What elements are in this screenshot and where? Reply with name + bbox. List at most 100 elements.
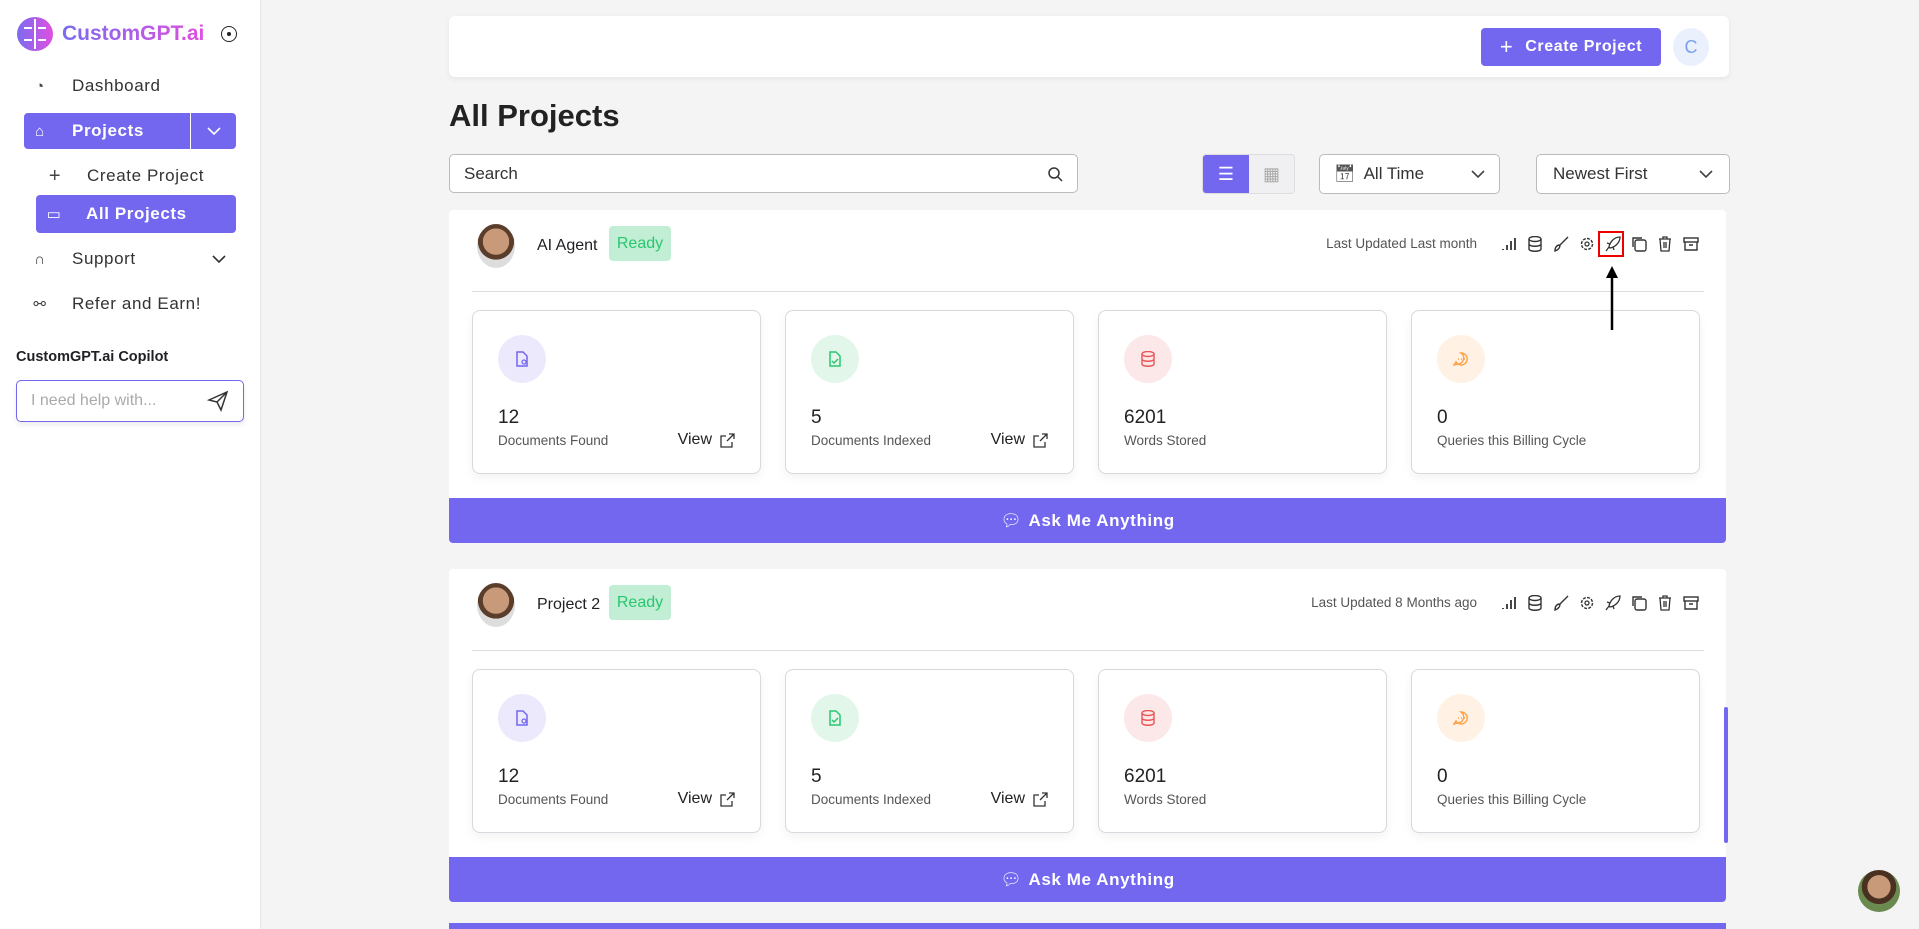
stat-card: 5 Documents Indexed View xyxy=(785,310,1074,474)
home-icon: ⌂ xyxy=(35,122,45,140)
stat-value: 5 xyxy=(811,766,822,787)
brain-logo-icon xyxy=(17,17,53,51)
archive-icon[interactable] xyxy=(1682,594,1700,612)
project-card: Project 2 Ready Last Updated 8 Months ag… xyxy=(449,569,1726,902)
scrollbar-thumb[interactable] xyxy=(1724,707,1728,843)
document-check-icon xyxy=(811,694,859,742)
sidebar-item-dashboard[interactable]: ◔ Dashboard xyxy=(30,74,161,98)
database-icon[interactable] xyxy=(1526,594,1544,612)
stat-label: Documents Indexed xyxy=(811,433,932,448)
stat-card: 5 Documents Indexed View xyxy=(785,669,1074,833)
copy-icon[interactable] xyxy=(1630,235,1648,253)
brand-logo[interactable]: CustomGPT.ai xyxy=(16,16,204,52)
ask-me-anything-button[interactable]: 💬︎ Ask Me Anything xyxy=(449,498,1726,543)
stat-label: Documents Indexed xyxy=(811,792,932,807)
send-icon[interactable] xyxy=(207,390,229,412)
project-name[interactable]: Project 2 xyxy=(537,596,600,614)
project-avatar xyxy=(477,224,515,268)
stat-value: 6201 xyxy=(1124,407,1167,428)
project-name[interactable]: AI Agent xyxy=(537,237,598,255)
settings-gear-icon[interactable] xyxy=(1578,235,1596,253)
view-link[interactable]: View xyxy=(991,790,1048,808)
brush-icon[interactable] xyxy=(1552,235,1570,253)
document-check-icon xyxy=(811,335,859,383)
stat-label: Words Stored xyxy=(1124,433,1207,448)
stats-icon[interactable] xyxy=(1500,594,1518,612)
calendar-icon: 📅︎ xyxy=(1334,164,1356,183)
sidebar-item-projects[interactable]: ⌂ Projects xyxy=(24,113,236,149)
next-project-card-edge xyxy=(449,923,1726,929)
copilot-input[interactable]: I need help with... xyxy=(16,380,244,422)
document-search-icon xyxy=(498,694,546,742)
divider xyxy=(472,650,1704,651)
share-icon: ⚯ xyxy=(33,296,47,313)
grid-view-icon[interactable]: ▦ xyxy=(1249,155,1294,193)
view-link[interactable]: View xyxy=(991,431,1048,449)
chevron-down-icon xyxy=(1471,170,1485,178)
stat-value: 5 xyxy=(811,407,822,428)
chat-widget-avatar[interactable] xyxy=(1858,870,1900,912)
stat-value: 0 xyxy=(1437,407,1448,428)
stat-label: Queries this Billing Cycle xyxy=(1437,792,1587,807)
trash-icon[interactable] xyxy=(1656,594,1674,612)
settings-gear-icon[interactable] xyxy=(1578,594,1596,612)
stat-card: 12 Documents Found View xyxy=(472,310,761,474)
copy-icon[interactable] xyxy=(1630,594,1648,612)
trash-icon[interactable] xyxy=(1656,235,1674,253)
sidebar-item-support[interactable]: ∩ Support xyxy=(30,247,226,271)
chat-icon: 💬︎ xyxy=(1000,869,1023,889)
stat-card: 0 Queries this Billing Cycle xyxy=(1411,669,1700,833)
archive-icon[interactable] xyxy=(1682,235,1700,253)
project-toolbar xyxy=(1500,594,1700,612)
stat-card: 0 Queries this Billing Cycle xyxy=(1411,310,1700,474)
sidebar-item-create-project[interactable]: + Create Project xyxy=(45,164,204,188)
view-link[interactable]: View xyxy=(678,790,735,808)
external-link-icon xyxy=(720,791,735,807)
stat-value: 0 xyxy=(1437,766,1448,787)
deploy-rocket-icon[interactable] xyxy=(1604,594,1622,612)
external-link-icon xyxy=(1033,791,1048,807)
headphones-icon: ∩ xyxy=(34,250,46,268)
last-updated: Last Updated 8 Months ago xyxy=(1311,595,1477,610)
stat-value: 6201 xyxy=(1124,766,1167,787)
gauge-icon: ◔ xyxy=(35,77,45,95)
project-card: AI Agent Ready Last Updated Last month 1… xyxy=(449,210,1726,543)
chat-dots-icon xyxy=(1437,335,1485,383)
status-badge: Ready xyxy=(609,226,671,261)
annotation-arrow-icon xyxy=(1606,266,1618,330)
stat-card: 6201 Words Stored xyxy=(1098,310,1387,474)
sort-select[interactable]: Newest First xyxy=(1536,154,1730,194)
sidebar-item-all-projects[interactable]: ▭ All Projects xyxy=(36,195,236,233)
top-header: + Create Project C xyxy=(449,16,1729,77)
plus-icon: + xyxy=(48,164,62,187)
projects-expand-chevron-icon[interactable] xyxy=(190,113,236,149)
database-icon xyxy=(1124,335,1172,383)
chat-dots-icon xyxy=(1437,694,1485,742)
brush-icon[interactable] xyxy=(1552,594,1570,612)
external-link-icon xyxy=(1033,432,1048,448)
project-avatar xyxy=(477,583,515,627)
stats-icon[interactable] xyxy=(1500,235,1518,253)
search-input[interactable]: Search xyxy=(449,154,1078,193)
external-link-icon xyxy=(720,432,735,448)
view-link[interactable]: View xyxy=(678,431,735,449)
stat-card: 6201 Words Stored xyxy=(1098,669,1387,833)
highlight-box xyxy=(1598,231,1624,257)
chat-icon: 💬︎ xyxy=(1000,510,1023,530)
stat-card: 12 Documents Found View xyxy=(472,669,761,833)
user-avatar[interactable]: C xyxy=(1673,28,1709,66)
collapse-sidebar-icon[interactable] xyxy=(221,26,237,42)
stat-label: Words Stored xyxy=(1124,792,1207,807)
date-filter-select[interactable]: 📅︎ All Time xyxy=(1319,154,1500,194)
database-icon xyxy=(1124,694,1172,742)
sidebar: CustomGPT.ai ◔ Dashboard ⌂ Projects + Creat… xyxy=(0,0,261,929)
create-project-button[interactable]: + Create Project xyxy=(1481,28,1661,66)
database-icon[interactable] xyxy=(1526,235,1544,253)
document-search-icon xyxy=(498,335,546,383)
list-view-icon[interactable]: ☰ xyxy=(1203,155,1249,193)
stat-label: Documents Found xyxy=(498,792,609,807)
last-updated: Last Updated Last month xyxy=(1326,236,1477,251)
sidebar-item-refer[interactable]: ⚯ Refer and Earn! xyxy=(30,292,201,316)
ask-me-anything-button[interactable]: 💬︎ Ask Me Anything xyxy=(449,857,1726,902)
stat-value: 12 xyxy=(498,407,520,428)
